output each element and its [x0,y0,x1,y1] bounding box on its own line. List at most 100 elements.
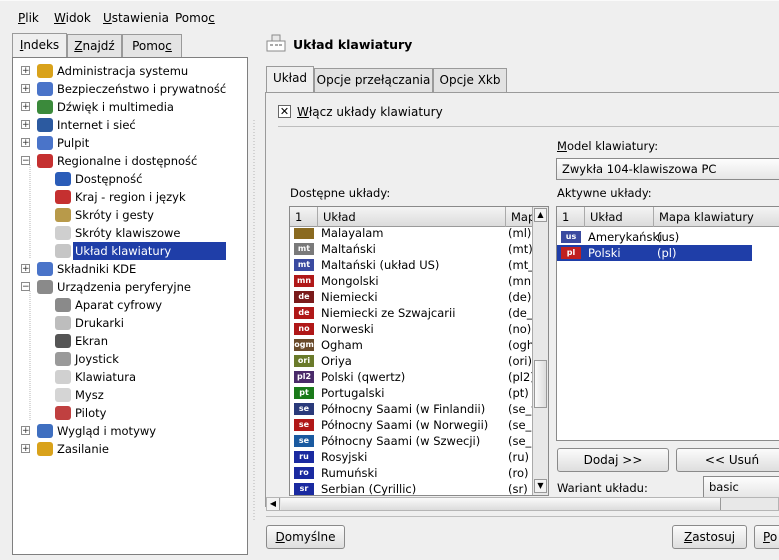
tree-item[interactable]: + Wygląd i motywy [13,422,247,440]
collapse-icon[interactable]: − [21,156,30,166]
layout-map: (ru) [508,450,529,464]
available-layout-row[interactable]: ru Rosyjski (ru) [290,449,532,465]
tree-item-label: Dźwięk i multimedia [57,100,174,114]
tree-item[interactable]: + Składniki KDE [13,260,247,278]
layout-map: (pl) [657,246,677,260]
tab-layout[interactable]: Układ [266,66,314,93]
tree-item[interactable]: Układ klawiatury [13,242,247,260]
layout-name: Maltański (układ US) [321,258,440,272]
model-select[interactable]: Zwykła 104-klawiszowa PC [556,158,779,180]
available-vscrollbar[interactable]: ▲ ▼ [532,207,548,495]
expand-icon[interactable]: + [21,102,30,112]
menu-item-0[interactable]: Plik [18,11,39,25]
layout-map: (pt) [508,386,529,400]
variant-select[interactable]: basic [703,476,779,498]
defaults-button[interactable]: Domyślne [266,525,345,549]
collapse-icon[interactable]: − [21,282,30,292]
expand-icon[interactable]: + [21,120,30,130]
tree-item[interactable]: + Administracja systemu [13,62,247,80]
tree-item[interactable]: + Bezpieczeństwo i prywatność [13,80,247,98]
active-layout-row[interactable]: pl Polski (pl) [557,245,752,261]
module-tree[interactable]: + Administracja systemu + Bezpieczeństwo i … [12,57,248,555]
remove-layout-button[interactable]: << Usuń [676,448,779,472]
active-col-layout-header[interactable]: Układ [585,207,654,227]
col-index-header[interactable]: 1 [290,207,318,227]
menu-item-3[interactable]: Pomoc [175,11,215,25]
available-layout-row[interactable]: de Niemiecki ze Szwajcarii (de_c [290,305,532,321]
tree-item[interactable]: + Pulpit [13,134,247,152]
available-layout-row[interactable]: se Północny Saami (w Norwegii) (se_N [290,417,532,433]
tree-item[interactable]: Piloty [13,404,247,422]
apply-button[interactable]: Zastosuj [672,525,747,549]
scroll-up-icon[interactable]: ▲ [534,208,547,222]
available-layout-row[interactable]: ori Oriya (ori) [290,353,532,369]
enable-layouts-label[interactable]: Włącz układy klawiatury [297,105,443,119]
tree-item[interactable]: Drukarki [13,314,247,332]
tree-item[interactable]: + Zasilanie [13,440,247,458]
tree-item-label: Drukarki [75,316,124,330]
expand-icon[interactable]: + [21,444,30,454]
available-layout-row[interactable]: Malayalam (ml) [290,228,532,241]
available-layout-row[interactable]: sr Serbian (Cyrillic) (sr) [290,481,532,495]
tree-item[interactable]: Mysz [13,386,247,404]
tree-item[interactable]: Aparat cyfrowy [13,296,247,314]
tree-item[interactable]: − Urządzenia peryferyjne [13,278,247,296]
tree-item[interactable]: − Regionalne i dostępność [13,152,247,170]
available-layout-row[interactable]: mt Maltański (układ US) (mt_u [290,257,532,273]
scroll-thumb[interactable] [534,360,547,408]
tab-search[interactable]: Znajdź [67,34,122,58]
available-layout-row[interactable]: mt Maltański (mt) [290,241,532,257]
menu-item-1[interactable]: Widok [54,11,91,25]
tab-xkb-options[interactable]: Opcje Xkb [433,68,507,92]
expand-icon[interactable]: + [21,264,30,274]
flag-icon: pl [561,247,581,259]
available-layout-row[interactable]: ogm Ogham (ogha [290,337,532,353]
flag-icon: pt [294,387,314,399]
menu-item-2[interactable]: Ustawienia [103,11,169,25]
tree-item[interactable]: Skróty klawiszowe [13,224,247,242]
tree-item[interactable]: + Dźwięk i multimedia [13,98,247,116]
tab-help[interactable]: Pomoc [122,34,182,58]
keyboard-layout-icon [265,33,287,53]
page-hscrollbar[interactable]: ◀ [266,497,779,511]
tree-item[interactable]: + Internet i sieć [13,116,247,134]
tree-item[interactable]: Skróty i gesty [13,206,247,224]
hscroll-thumb[interactable] [281,498,721,510]
tree-item[interactable]: Ekran [13,332,247,350]
available-layout-row[interactable]: pl2 Polski (qwertz) (pl2) [290,369,532,385]
scroll-down-icon[interactable]: ▼ [534,479,547,493]
available-layout-row[interactable]: se Północny Saami (w Szwecji) (se_S [290,433,532,449]
expand-icon[interactable]: + [21,66,30,76]
add-layout-button[interactable]: Dodaj >> [557,448,669,472]
tree-item[interactable]: Joystick [13,350,247,368]
expand-icon[interactable]: + [21,84,30,94]
tab-index[interactable]: Indeks [12,33,67,59]
col-layout-header[interactable]: Układ [318,207,506,227]
available-layouts-label: Dostępne układy: [290,186,391,200]
tree-item[interactable]: Kraj - region i język [13,188,247,206]
active-layouts-list[interactable]: 1 Układ Mapa klawiatury us Amerykański (us… [556,206,779,441]
active-layout-row[interactable]: us Amerykański (us) [557,229,752,245]
tree-item[interactable]: Dostępność [13,170,247,188]
cut-off-button-label: Po [763,530,778,544]
splitter[interactable] [251,40,257,555]
available-layouts-list[interactable]: 1 Układ Mapa Malayalam (ml) mt Maltański (mt… [289,206,549,496]
tab-switch-options[interactable]: Opcje przełączania [314,68,433,92]
active-col-map-header[interactable]: Mapa klawiatury [654,207,779,227]
available-layout-row[interactable]: mn Mongolski (mn) [290,273,532,289]
available-layout-row[interactable]: de Niemiecki (de) [290,289,532,305]
tree-item[interactable]: Klawiatura [13,368,247,386]
expand-icon[interactable]: + [21,138,30,148]
available-layout-row[interactable]: pt Portugalski (pt) [290,385,532,401]
cut-off-button[interactable]: Po [754,525,779,549]
layout-name: Malayalam [321,228,384,240]
available-layout-row[interactable]: ro Rumuński (ro) [290,465,532,481]
available-layout-row[interactable]: no Norweski (no) [290,321,532,337]
enable-layouts-checkbox[interactable]: ✕ [278,105,291,118]
active-col-index-header[interactable]: 1 [557,207,585,227]
active-layouts-label: Aktywne układy: [557,186,652,200]
available-layout-row[interactable]: se Północny Saami (w Finlandii) (se_f [290,401,532,417]
expand-icon[interactable]: + [21,426,30,436]
col-map-header[interactable]: Mapa [506,207,542,227]
scroll-left-icon[interactable]: ◀ [267,498,280,510]
